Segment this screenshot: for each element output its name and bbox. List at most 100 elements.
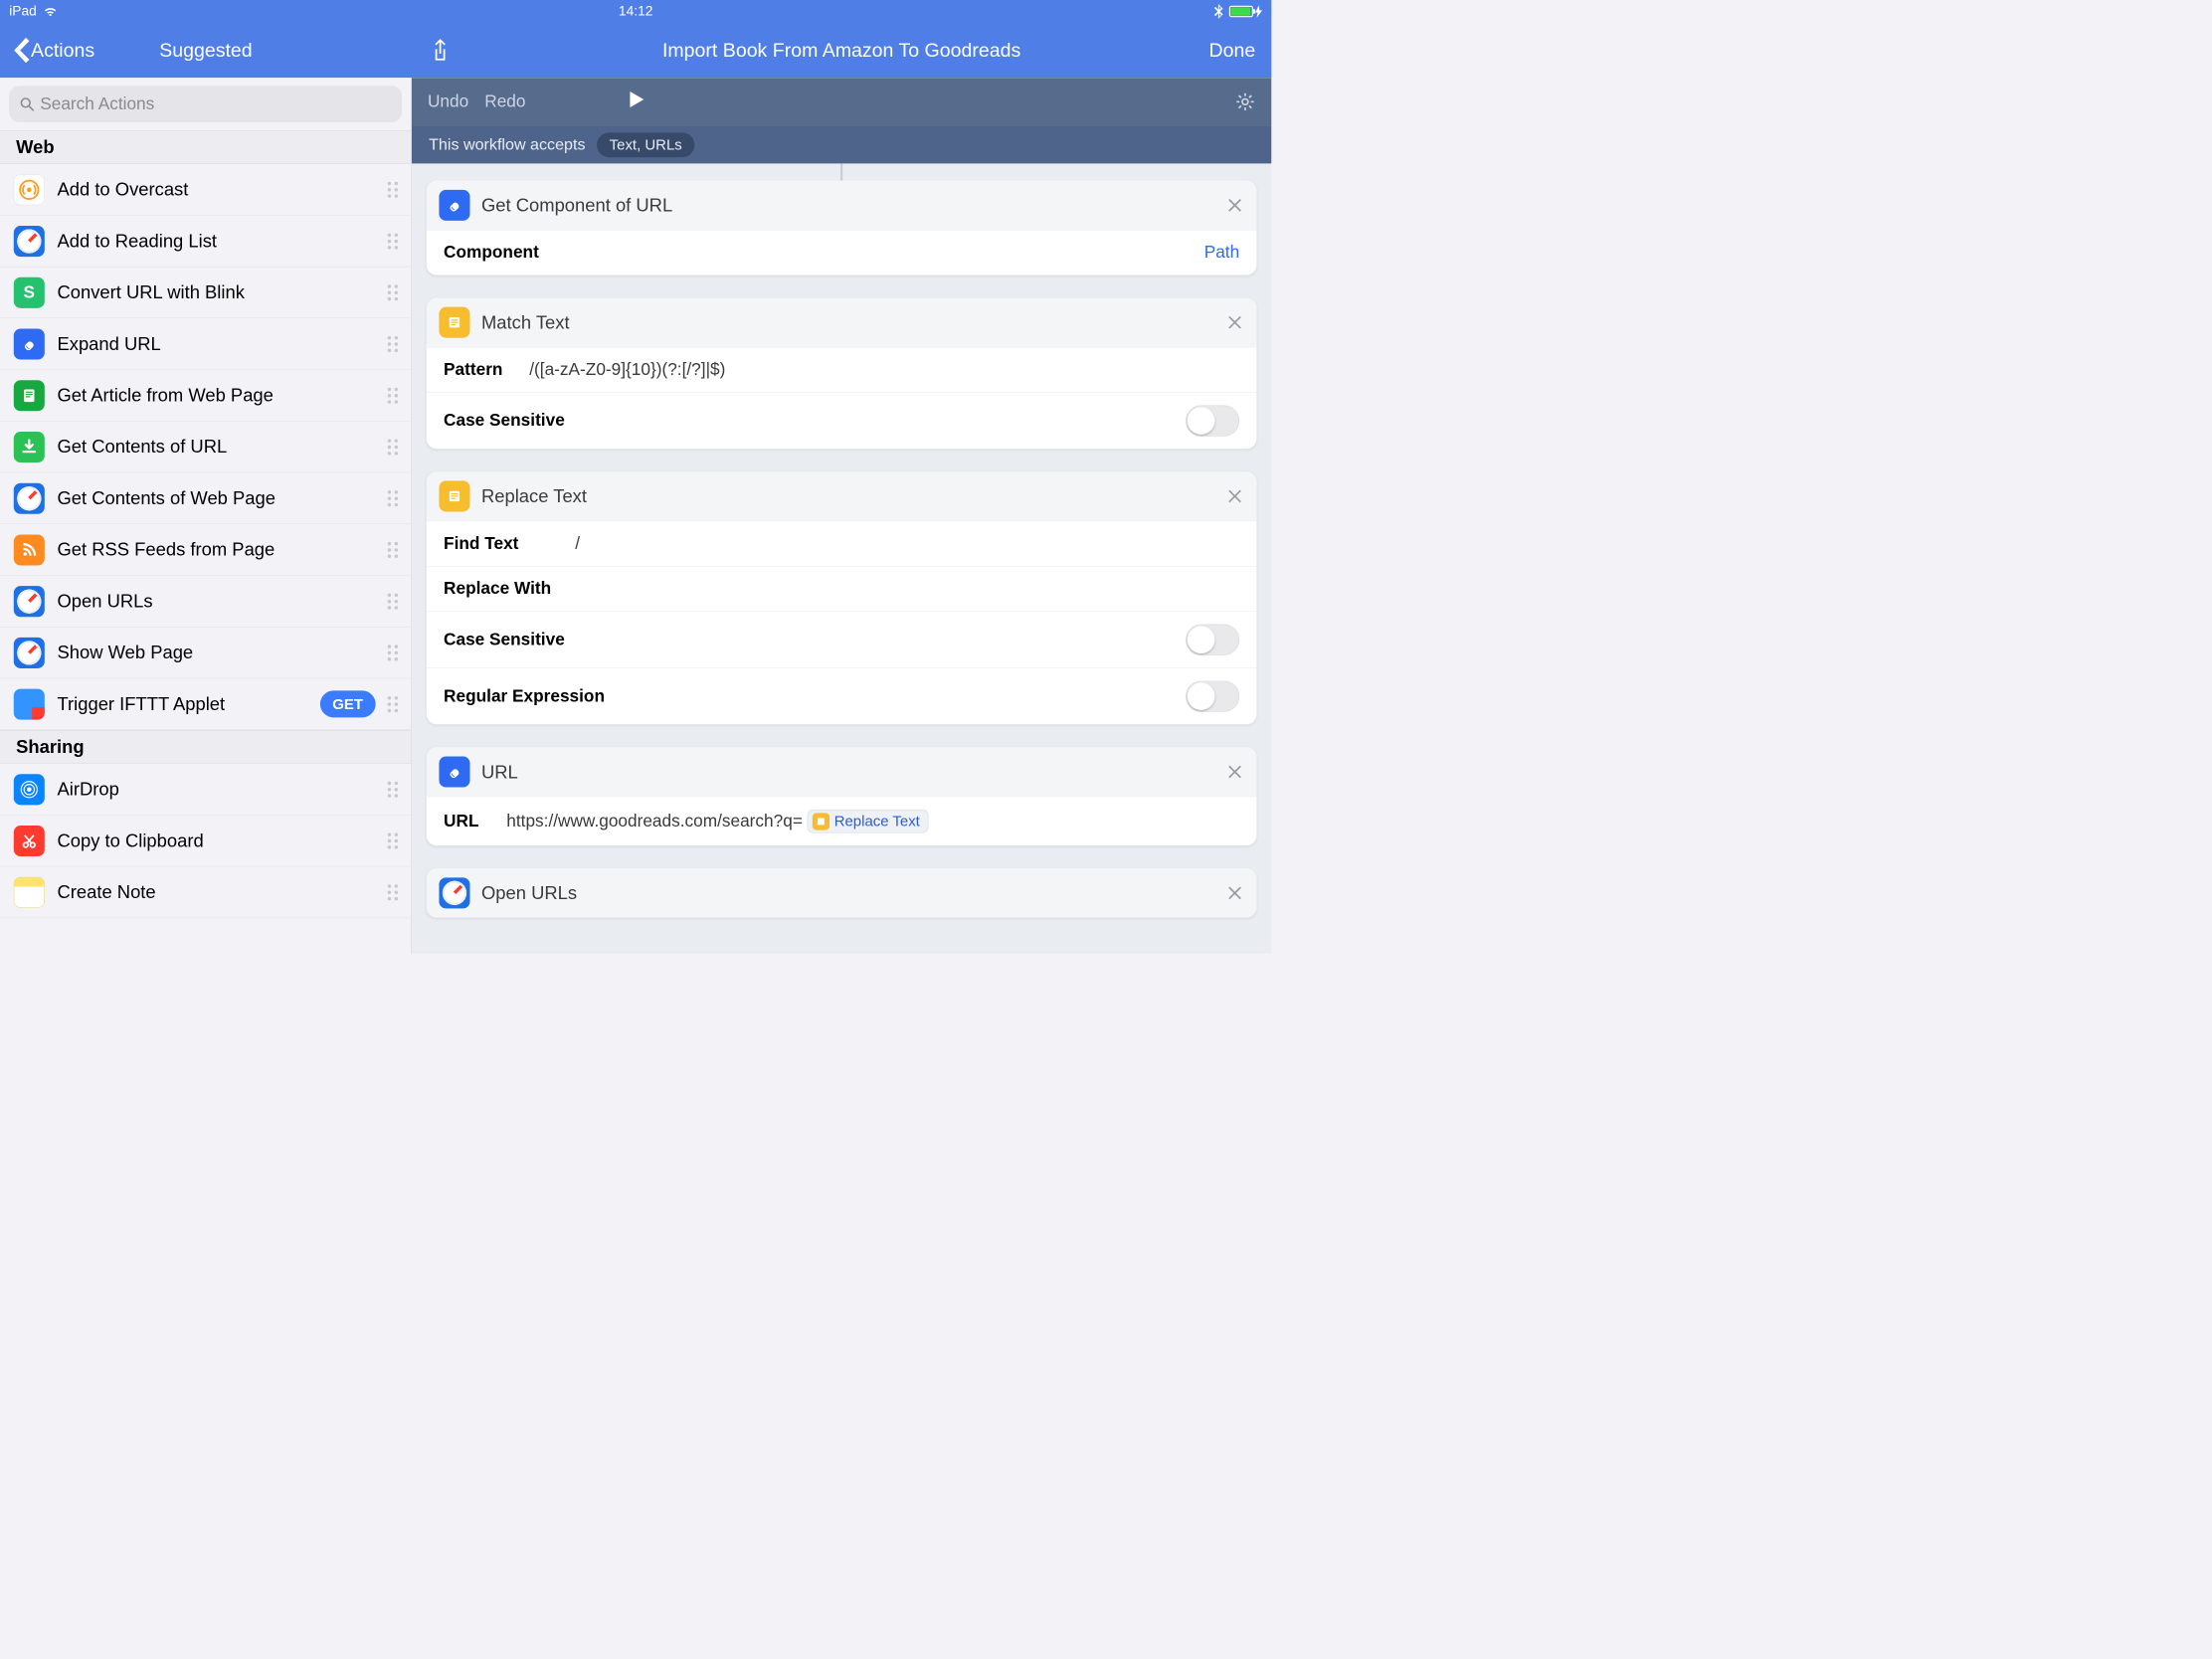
- text-icon: [439, 307, 469, 338]
- action-copy-clipboard[interactable]: Copy to Clipboard: [0, 816, 411, 867]
- variable-token[interactable]: Replace Text: [808, 810, 929, 833]
- card-title: Get Component of URL: [481, 195, 1225, 216]
- action-get-rss[interactable]: Get RSS Feeds from Page: [0, 524, 411, 576]
- safari-icon: [14, 638, 45, 668]
- workflow-title: Import Book From Amazon To Goodreads: [662, 39, 1020, 61]
- action-label: Get RSS Feeds from Page: [57, 539, 381, 560]
- card-open-urls[interactable]: Open URLs: [427, 868, 1257, 917]
- action-add-to-overcast[interactable]: Add to Overcast: [0, 164, 411, 216]
- blink-icon: S: [14, 276, 45, 307]
- search-placeholder: Search Actions: [40, 94, 154, 114]
- close-icon[interactable]: [1225, 313, 1243, 331]
- card-title: Open URLs: [481, 882, 1225, 903]
- download-icon: [14, 432, 45, 462]
- action-label: Create Note: [57, 881, 381, 902]
- drag-handle-icon[interactable]: [386, 884, 400, 900]
- clock: 14:12: [619, 3, 653, 19]
- drag-handle-icon[interactable]: [386, 781, 400, 797]
- action-convert-url-blink[interactable]: S Convert URL with Blink: [0, 267, 411, 318]
- drag-handle-icon[interactable]: [386, 645, 400, 660]
- safari-icon: [14, 226, 45, 257]
- scissors-icon: [14, 826, 45, 856]
- action-label: Copy to Clipboard: [57, 830, 381, 851]
- action-get-contents-page[interactable]: Get Contents of Web Page: [0, 472, 411, 524]
- param-value[interactable]: https://www.goodreads.com/search?q= Repl…: [506, 810, 928, 833]
- get-badge[interactable]: GET: [320, 690, 376, 717]
- wifi-icon: [43, 6, 59, 17]
- param-regular-expression: Regular Expression: [427, 667, 1257, 724]
- param-label: URL: [444, 812, 506, 831]
- section-header-web: Web: [0, 130, 411, 164]
- drag-handle-icon[interactable]: [386, 696, 400, 712]
- text-icon: [439, 480, 469, 511]
- param-replace-with[interactable]: Replace With: [427, 566, 1257, 611]
- drag-handle-icon[interactable]: [386, 336, 400, 352]
- card-title: Replace Text: [481, 485, 1225, 506]
- action-get-article[interactable]: Get Article from Web Page: [0, 370, 411, 422]
- toggle-switch[interactable]: [1186, 625, 1239, 655]
- close-icon[interactable]: [1225, 196, 1243, 214]
- status-bar: iPad 14:12: [0, 0, 1271, 23]
- drag-handle-icon[interactable]: [386, 181, 400, 197]
- card-url[interactable]: URL URL https://www.goodreads.com/search…: [427, 747, 1257, 845]
- param-pattern[interactable]: Pattern /([a-zA-Z0-9]{10})(?:[/?]|$): [427, 347, 1257, 392]
- back-button[interactable]: Actions: [14, 38, 94, 63]
- drag-handle-icon[interactable]: [386, 439, 400, 455]
- param-find-text[interactable]: Find Text /: [427, 521, 1257, 566]
- param-value[interactable]: /: [575, 534, 580, 554]
- card-title: Match Text: [481, 312, 1225, 333]
- link-icon: [14, 328, 45, 359]
- action-label: Convert URL with Blink: [57, 281, 381, 302]
- close-icon[interactable]: [1225, 487, 1243, 505]
- action-airdrop[interactable]: AirDrop: [0, 764, 411, 816]
- action-trigger-ifttt[interactable]: Trigger IFTTT Applet GET: [0, 678, 411, 730]
- accepts-bar[interactable]: This workflow accepts Text, URLs: [412, 125, 1271, 163]
- close-icon[interactable]: [1225, 763, 1243, 781]
- close-icon[interactable]: [1225, 884, 1243, 902]
- play-button[interactable]: [626, 90, 646, 114]
- param-component[interactable]: Component Path: [427, 230, 1257, 275]
- param-label: Component: [444, 243, 575, 263]
- action-get-contents-url[interactable]: Get Contents of URL: [0, 422, 411, 473]
- card-match-text[interactable]: Match Text Pattern /([a-zA-Z0-9]{10})(?:…: [427, 297, 1257, 449]
- drag-handle-icon[interactable]: [386, 284, 400, 300]
- action-create-note[interactable]: Create Note: [0, 866, 411, 918]
- link-icon: [439, 190, 469, 221]
- drag-handle-icon[interactable]: [386, 542, 400, 558]
- param-value[interactable]: Path: [1204, 243, 1239, 263]
- url-text: https://www.goodreads.com/search?q=: [506, 812, 803, 830]
- param-value[interactable]: /([a-zA-Z0-9]{10})(?:[/?]|$): [529, 360, 725, 380]
- action-label: Add to Overcast: [57, 179, 381, 200]
- action-expand-url[interactable]: Expand URL: [0, 318, 411, 370]
- battery-icon: [1229, 5, 1262, 18]
- drag-handle-icon[interactable]: [386, 490, 400, 506]
- card-get-component-of-url[interactable]: Get Component of URL Component Path: [427, 181, 1257, 276]
- share-button[interactable]: [428, 38, 453, 63]
- action-add-to-reading-list[interactable]: Add to Reading List: [0, 216, 411, 268]
- param-url[interactable]: URL https://www.goodreads.com/search?q= …: [427, 797, 1257, 845]
- action-label: AirDrop: [57, 779, 381, 800]
- card-replace-text[interactable]: Replace Text Find Text / Replace With Ca…: [427, 471, 1257, 724]
- drag-handle-icon[interactable]: [386, 593, 400, 609]
- param-label: Pattern: [444, 360, 529, 380]
- toggle-switch[interactable]: [1186, 406, 1239, 437]
- undo-button[interactable]: Undo: [428, 92, 468, 112]
- search-input[interactable]: Search Actions: [9, 86, 402, 122]
- drag-handle-icon[interactable]: [386, 233, 400, 249]
- settings-button[interactable]: [1235, 92, 1256, 112]
- action-open-urls[interactable]: Open URLs: [0, 576, 411, 628]
- safari-icon: [14, 482, 45, 513]
- navigation-bar: Actions Suggested Import Book From Amazo…: [0, 23, 1271, 78]
- redo-button[interactable]: Redo: [484, 92, 525, 112]
- done-button[interactable]: Done: [1209, 39, 1256, 61]
- toggle-switch[interactable]: [1186, 681, 1239, 712]
- workflow-canvas[interactable]: Get Component of URL Component Path Matc…: [412, 163, 1271, 953]
- drag-handle-icon[interactable]: [386, 832, 400, 848]
- param-label: Replace With: [444, 579, 575, 599]
- action-label: Get Article from Web Page: [57, 385, 381, 406]
- drag-handle-icon[interactable]: [386, 387, 400, 403]
- accepts-pill: Text, URLs: [597, 132, 694, 157]
- token-label: Replace Text: [834, 813, 920, 830]
- connector-line: [840, 163, 842, 180]
- action-show-web-page[interactable]: Show Web Page: [0, 628, 411, 679]
